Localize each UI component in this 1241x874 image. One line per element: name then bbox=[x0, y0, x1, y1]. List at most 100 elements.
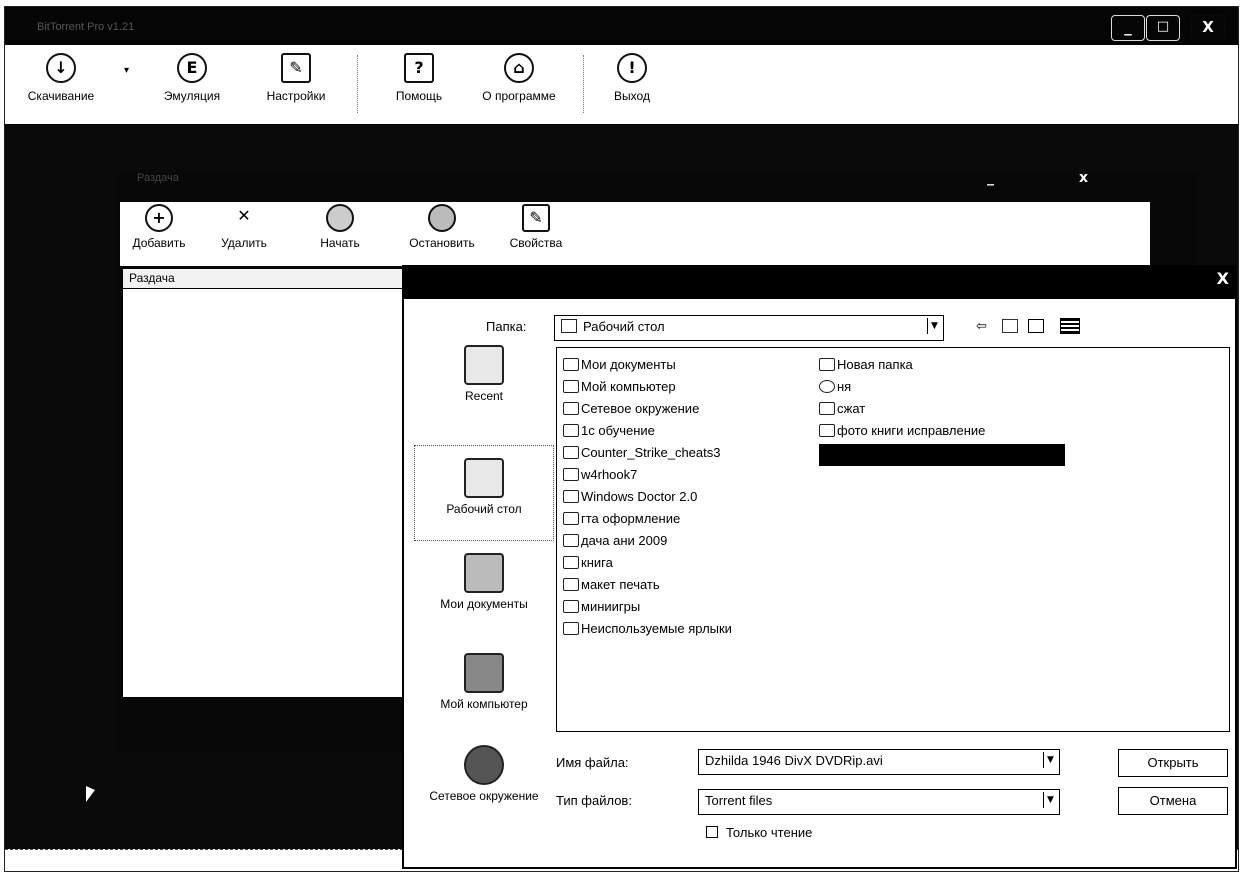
close-button[interactable]: X bbox=[1191, 15, 1225, 41]
window-title: BitTorrent Pro v1.21 bbox=[37, 21, 135, 33]
list-item[interactable]: Новая папка bbox=[819, 354, 913, 376]
list-item[interactable]: Сетевое окружение bbox=[563, 398, 699, 420]
list-header-distribution[interactable]: Раздача bbox=[123, 269, 411, 289]
folder-icon bbox=[819, 358, 835, 371]
my-documents-icon bbox=[464, 553, 504, 593]
main-toolbar: ↓ Скачивание ▾ E Эмуляция ✎ Настройки ? … bbox=[5, 45, 1238, 125]
about-button[interactable]: ⌂ О программе bbox=[467, 53, 571, 103]
list-item[interactable]: Counter_Strike_cheats3 bbox=[563, 442, 720, 464]
download-label: Скачивание bbox=[27, 89, 95, 103]
checkbox-icon bbox=[706, 826, 718, 838]
readonly-label: Только чтение bbox=[726, 825, 813, 840]
place-my-documents-label: Мои документы bbox=[440, 597, 528, 611]
help-button[interactable]: ? Помощь bbox=[379, 53, 459, 103]
shortcut-icon bbox=[563, 622, 579, 635]
help-icon: ? bbox=[404, 53, 434, 83]
list-item[interactable]: 1с обучение bbox=[563, 420, 655, 442]
readonly-checkbox[interactable]: Только чтение bbox=[706, 825, 812, 840]
start-icon bbox=[326, 204, 354, 232]
settings-button[interactable]: ✎ Настройки bbox=[251, 53, 341, 103]
back-icon[interactable]: ⇦ bbox=[976, 319, 987, 334]
list-item[interactable]: гта оформление bbox=[563, 508, 680, 530]
maximize-button[interactable]: □ bbox=[1146, 15, 1180, 41]
chevron-down-icon: ▼ bbox=[1043, 792, 1057, 808]
settings-label: Настройки bbox=[266, 89, 326, 103]
start-label: Начать bbox=[320, 236, 360, 250]
dialog-close-button[interactable]: X bbox=[1217, 269, 1229, 288]
shortcut-icon bbox=[563, 578, 579, 591]
file-list[interactable]: Мои документы Мой компьютер Сетевое окру… bbox=[556, 347, 1230, 732]
distribution-minimize-button[interactable]: _ bbox=[987, 170, 994, 186]
place-my-computer[interactable]: Мой компьютер bbox=[414, 653, 554, 711]
download-button[interactable]: ↓ Скачивание bbox=[5, 53, 117, 103]
folder-icon bbox=[563, 446, 579, 459]
delete-icon: ✕ bbox=[237, 206, 251, 225]
place-recent[interactable]: Recent bbox=[414, 345, 554, 403]
stop-label: Остановить bbox=[409, 236, 475, 250]
dialog-title-bar: X bbox=[404, 267, 1235, 299]
place-desktop[interactable]: Рабочий стол bbox=[414, 445, 554, 541]
list-item[interactable]: w4rhook7 bbox=[563, 464, 637, 486]
my-computer-icon bbox=[563, 380, 579, 393]
stop-icon bbox=[428, 204, 456, 232]
list-item[interactable]: книга bbox=[563, 552, 613, 574]
place-desktop-label: Рабочий стол bbox=[446, 502, 522, 516]
exit-button[interactable]: ! Выход bbox=[597, 53, 667, 103]
desktop-icon bbox=[464, 458, 504, 498]
list-item[interactable]: фото книги исправление bbox=[819, 420, 985, 442]
distribution-close-button[interactable]: x bbox=[1079, 170, 1088, 186]
desktop-folder-icon bbox=[561, 319, 577, 333]
delete-button[interactable]: ✕ Удалить bbox=[204, 204, 284, 250]
emulation-label: Эмуляция bbox=[163, 89, 221, 103]
cancel-button[interactable]: Отмена bbox=[1118, 787, 1228, 815]
folder-select[interactable]: Рабочий стол ▼ bbox=[554, 315, 944, 341]
list-item[interactable]: Windows Doctor 2.0 bbox=[563, 486, 697, 508]
properties-label: Свойства bbox=[509, 236, 563, 250]
properties-icon: ✎ bbox=[522, 204, 550, 232]
open-file-dialog: X Папка: Рабочий стол ▼ ⇦ Recent Рабочий… bbox=[402, 265, 1237, 869]
filetype-label: Тип файлов: bbox=[556, 793, 632, 808]
place-my-documents[interactable]: Мои документы bbox=[414, 553, 554, 611]
properties-button[interactable]: ✎ Свойства bbox=[496, 204, 576, 250]
list-item[interactable]: ня bbox=[819, 376, 851, 398]
distribution-list[interactable]: Раздача bbox=[122, 268, 412, 698]
settings-icon: ✎ bbox=[281, 53, 311, 83]
folder-icon bbox=[819, 402, 835, 415]
folder-icon bbox=[563, 556, 579, 569]
list-item[interactable]: Мой компьютер bbox=[563, 376, 676, 398]
folder-icon bbox=[563, 490, 579, 503]
minimize-button[interactable]: _ bbox=[1111, 15, 1145, 41]
stop-button[interactable]: Остановить bbox=[392, 204, 492, 250]
list-item[interactable]: сжат bbox=[819, 398, 865, 420]
emulation-button[interactable]: E Эмуляция bbox=[145, 53, 239, 103]
toolbar-separator bbox=[357, 55, 358, 113]
folder-icon bbox=[563, 512, 579, 525]
add-button[interactable]: + Добавить bbox=[124, 204, 194, 250]
delete-label: Удалить bbox=[221, 236, 267, 250]
folder-select-value: Рабочий стол bbox=[583, 319, 665, 334]
list-item[interactable]: дача ани 2009 bbox=[563, 530, 667, 552]
folder-icon bbox=[563, 468, 579, 481]
list-item[interactable]: макет печать bbox=[563, 574, 660, 596]
place-network[interactable]: Сетевое окружение bbox=[414, 745, 554, 803]
up-folder-icon[interactable] bbox=[1002, 319, 1018, 333]
selected-file-item[interactable] bbox=[819, 444, 1065, 466]
list-item[interactable]: Неиспользуемые ярлыки bbox=[563, 618, 732, 640]
add-label: Добавить bbox=[132, 236, 186, 250]
download-dropdown-icon[interactable]: ▾ bbox=[124, 65, 129, 76]
list-item[interactable]: миниигры bbox=[563, 596, 640, 618]
open-button[interactable]: Открыть bbox=[1118, 749, 1228, 777]
network-icon bbox=[464, 745, 504, 785]
exit-icon: ! bbox=[617, 53, 647, 83]
list-item[interactable]: Мои документы bbox=[563, 354, 676, 376]
view-menu-icon[interactable] bbox=[1060, 318, 1080, 334]
filename-label: Имя файла: bbox=[556, 755, 629, 770]
filename-input[interactable]: Dzhilda 1946 DivX DVDRip.avi ▼ bbox=[698, 749, 1060, 775]
mouse-cursor-icon bbox=[86, 786, 95, 802]
filetype-select[interactable]: Torrent files ▼ bbox=[698, 789, 1060, 815]
chevron-down-icon: ▼ bbox=[1043, 752, 1057, 768]
exit-label: Выход bbox=[614, 89, 650, 103]
chevron-down-icon: ▼ bbox=[927, 318, 941, 334]
new-folder-icon[interactable] bbox=[1028, 319, 1044, 333]
start-button[interactable]: Начать bbox=[300, 204, 380, 250]
